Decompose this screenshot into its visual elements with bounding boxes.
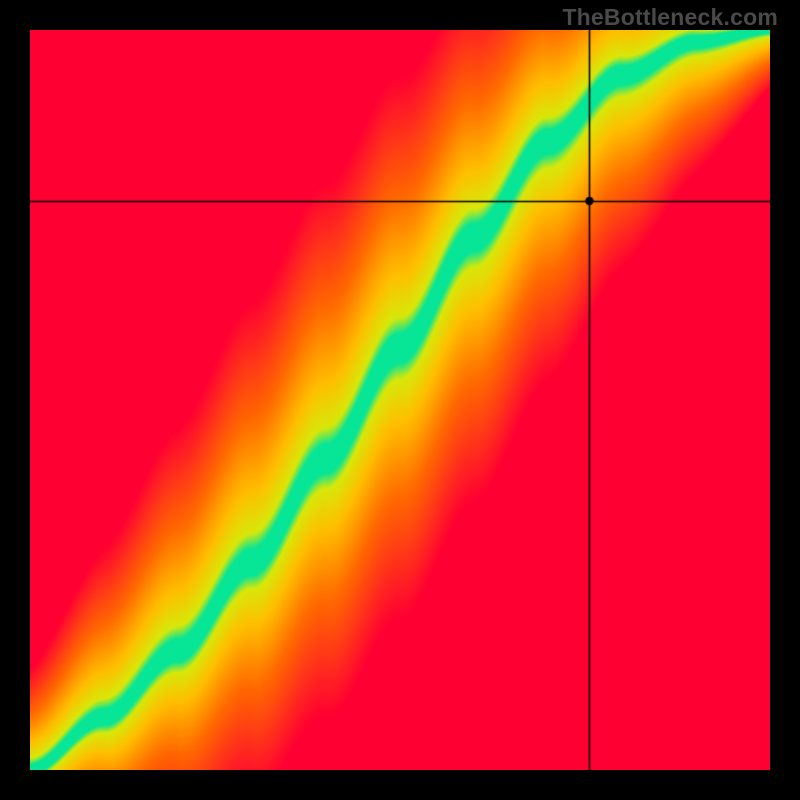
bottleneck-heatmap (30, 30, 770, 770)
watermark-text: TheBottleneck.com (562, 4, 778, 31)
chart-frame: TheBottleneck.com (0, 0, 800, 800)
